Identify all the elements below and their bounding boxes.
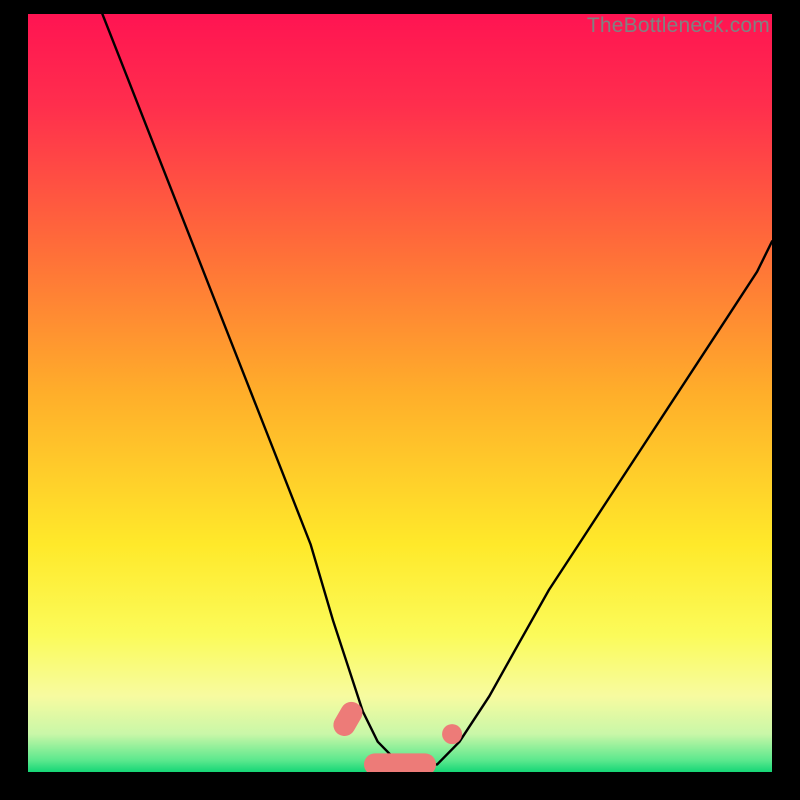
bottleneck-chart [28,14,772,772]
marker-bottom-pill [364,753,436,772]
marker-right-dot [442,724,462,744]
gradient-background [28,14,772,772]
chart-frame [28,14,772,772]
watermark-text: TheBottleneck.com [587,14,770,38]
